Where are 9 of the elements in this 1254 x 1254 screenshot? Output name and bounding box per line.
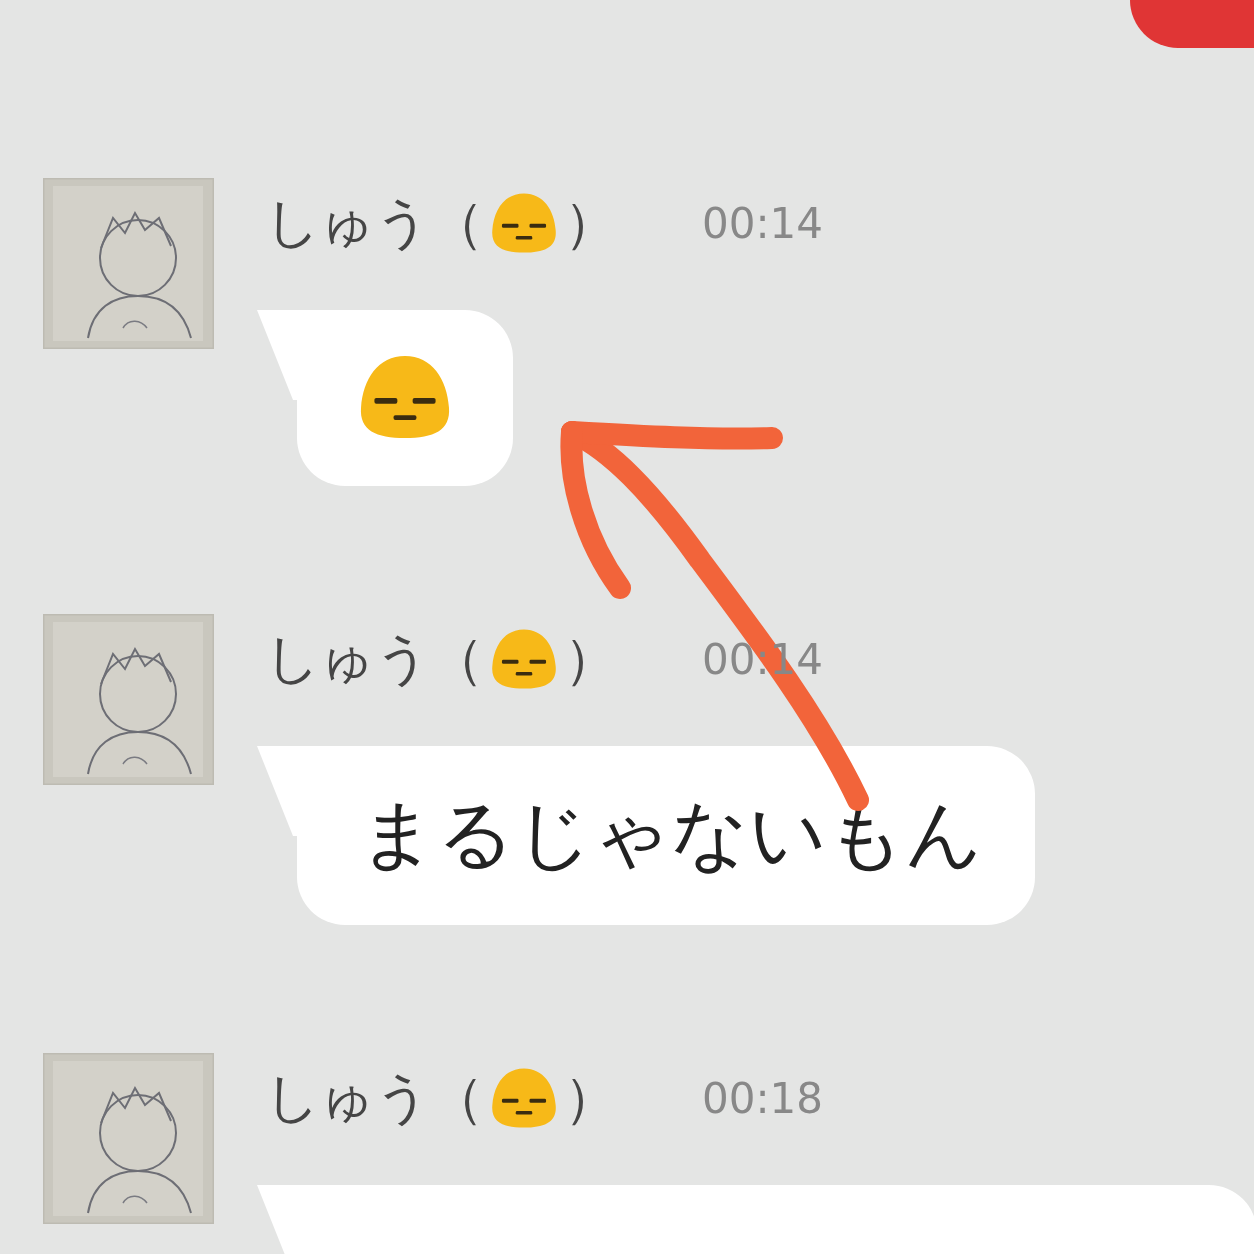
message-bubble: まるじゃないもん bbox=[297, 746, 1035, 925]
sender-name: ） bbox=[564, 1064, 618, 1131]
sender-name: ） bbox=[564, 189, 618, 256]
timestamp: 00:18 bbox=[702, 1073, 824, 1123]
timestamp: 00:14 bbox=[702, 198, 824, 248]
sender-name: ） bbox=[564, 625, 618, 692]
sender-name: しゅう（ bbox=[265, 1064, 484, 1131]
sender-name: しゅう（ bbox=[265, 625, 484, 692]
sender-name: しゅう（ bbox=[265, 189, 484, 256]
